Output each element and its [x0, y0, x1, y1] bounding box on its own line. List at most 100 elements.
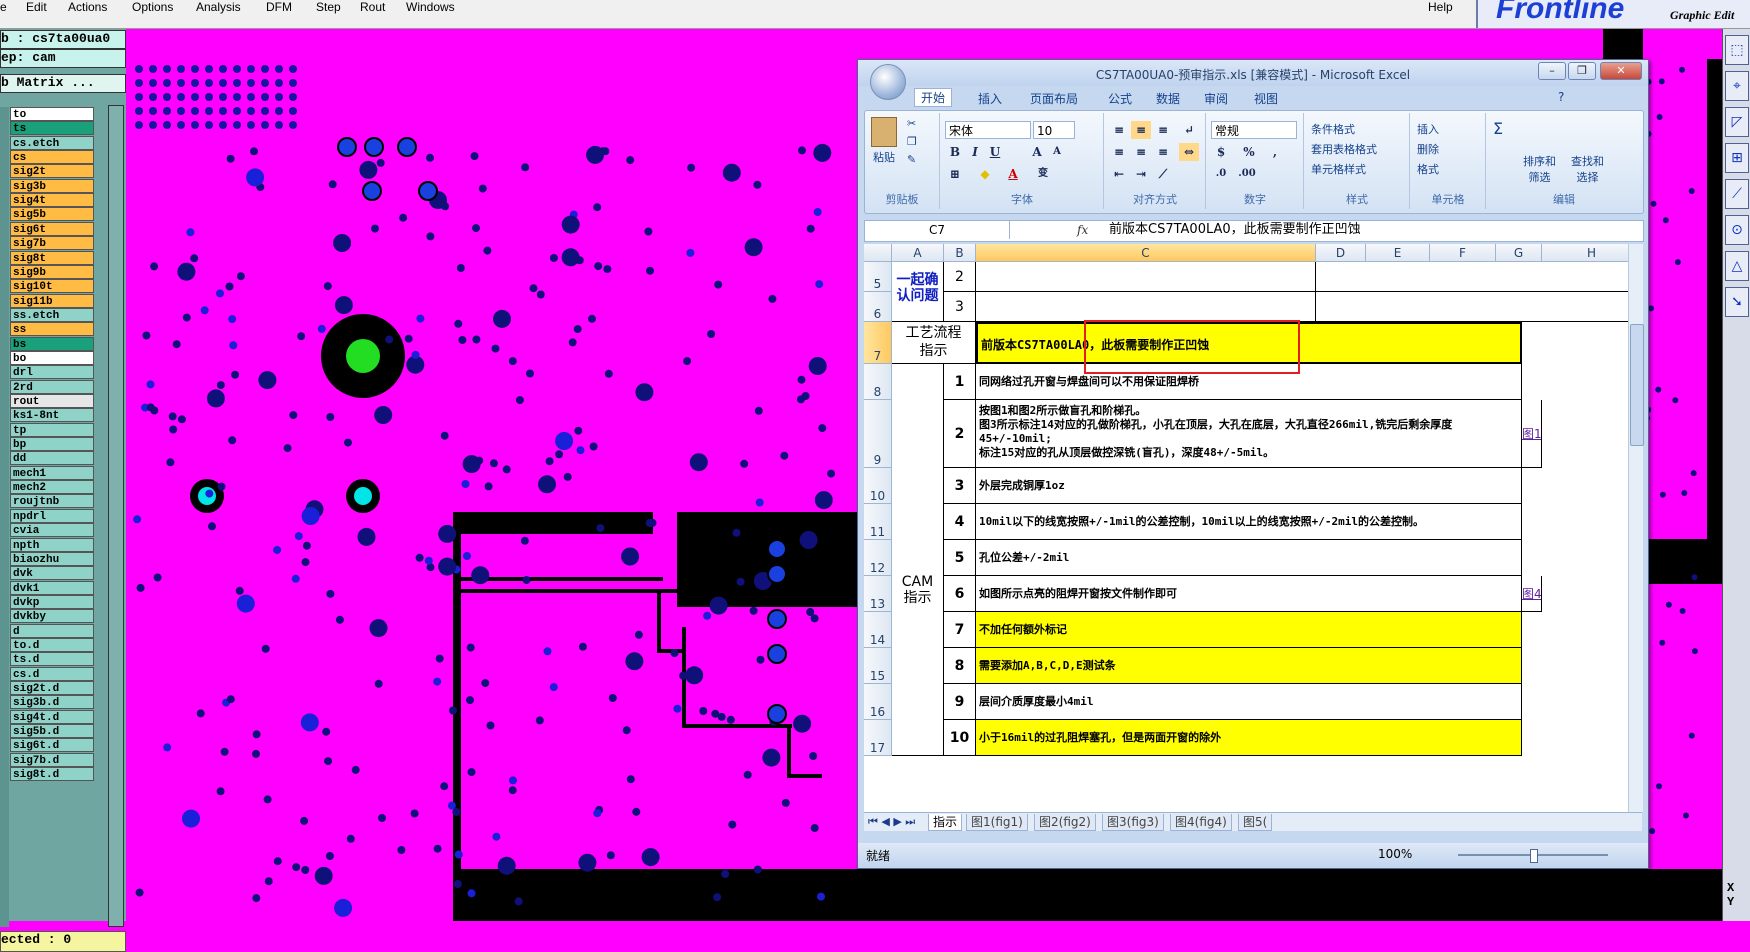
- arrow-icon[interactable]: ➘: [1725, 287, 1749, 317]
- layer-item[interactable]: sig5b.d: [10, 724, 94, 739]
- layer-item[interactable]: tp: [10, 422, 94, 437]
- layer-item[interactable]: sig3b.d: [10, 695, 94, 710]
- align-middle-icon[interactable]: ≡: [1131, 121, 1151, 139]
- tab-home[interactable]: 开始: [914, 88, 953, 107]
- tab-page-layout[interactable]: 页面布局: [1030, 90, 1078, 107]
- formula-input[interactable]: 前版本CS7TA00LA0，此板需要制作正凹蚀: [1109, 221, 1361, 239]
- layer-item[interactable]: sig8t: [10, 250, 94, 265]
- align-top-icon[interactable]: ≡: [1109, 121, 1129, 139]
- column-header[interactable]: G: [1496, 244, 1542, 262]
- name-box[interactable]: C7: [865, 221, 1010, 239]
- arc-icon[interactable]: △: [1725, 251, 1749, 281]
- instruction-cell[interactable]: 需要添加A,B,C,D,E测试条: [976, 648, 1522, 684]
- layer-item[interactable]: cs.d: [10, 666, 94, 681]
- column-header[interactable]: B: [944, 244, 976, 262]
- tab-insert[interactable]: 插入: [978, 90, 1002, 107]
- align-left-icon[interactable]: ≡: [1109, 143, 1129, 161]
- layer-item[interactable]: dvkp: [10, 594, 94, 609]
- row-header[interactable]: 14: [864, 612, 892, 648]
- column-header[interactable]: D: [1316, 244, 1366, 262]
- empty-cell[interactable]: [976, 292, 1316, 322]
- autosum-button[interactable]: Σ: [1493, 119, 1503, 138]
- currency-icon[interactable]: $: [1211, 143, 1231, 161]
- layer-item[interactable]: sig2t.d: [10, 681, 94, 695]
- section-cam-label[interactable]: CAM 指示: [892, 364, 944, 756]
- instruction-cell[interactable]: 不加任何额外标记: [976, 612, 1522, 648]
- underline-button[interactable]: U: [985, 143, 1005, 161]
- menu-help[interactable]: Help: [1428, 0, 1453, 14]
- measure-icon[interactable]: ◸: [1725, 107, 1749, 137]
- layer-item[interactable]: dd: [10, 451, 94, 466]
- menu-options[interactable]: Options: [132, 0, 173, 14]
- percent-button[interactable]: %: [1239, 143, 1259, 161]
- align-bottom-icon[interactable]: ≡: [1153, 121, 1173, 139]
- format-painter-icon[interactable]: ✎: [907, 153, 916, 166]
- instruction-cell[interactable]: 层间介质厚度最小4mil: [976, 684, 1522, 720]
- row-header[interactable]: 9: [864, 400, 892, 468]
- align-right-icon[interactable]: ≡: [1153, 143, 1173, 161]
- item-number[interactable]: 7: [944, 612, 976, 648]
- tab-view[interactable]: 视图: [1254, 90, 1278, 107]
- conditional-format-button[interactable]: 条件格式: [1311, 121, 1355, 137]
- paste-button[interactable]: 粘贴: [873, 149, 895, 165]
- item-number[interactable]: 10: [944, 720, 976, 756]
- row-header[interactable]: 13: [864, 576, 892, 612]
- find-select-button[interactable]: 查找和 选择: [1571, 153, 1604, 185]
- pointer-icon[interactable]: ⬚: [1725, 35, 1749, 65]
- vertical-scrollbar[interactable]: [1628, 244, 1644, 812]
- wrap-text-icon[interactable]: ↵: [1179, 121, 1199, 139]
- grow-font-button[interactable]: A: [1027, 143, 1047, 161]
- sheet-tab[interactable]: 图5(: [1238, 814, 1273, 831]
- select-all-corner[interactable]: [864, 244, 892, 262]
- menu-edit[interactable]: Edit: [26, 0, 47, 14]
- zoom-icon[interactable]: ⌖: [1725, 71, 1749, 101]
- row-header[interactable]: 16: [864, 684, 892, 720]
- item-number[interactable]: 2: [944, 262, 976, 292]
- layer-item[interactable]: biaozhu: [10, 551, 94, 566]
- layer-item[interactable]: bo: [10, 350, 94, 365]
- phonetic-button[interactable]: 变: [1033, 165, 1053, 183]
- merge-icon[interactable]: ⇔: [1179, 143, 1199, 161]
- fill-color-icon[interactable]: ◆: [975, 165, 995, 183]
- increase-decimal-icon[interactable]: .0: [1211, 165, 1231, 183]
- figure-link[interactable]: 图4: [1522, 576, 1542, 612]
- instruction-cell[interactable]: 外层完成铜厚1oz: [976, 468, 1522, 504]
- tab-formulas[interactable]: 公式: [1108, 90, 1132, 107]
- item-number[interactable]: 9: [944, 684, 976, 720]
- sheet-nav-arrows-icon[interactable]: ⏮ ◀ ▶ ⏭: [868, 815, 915, 829]
- layer-item[interactable]: cs: [10, 150, 94, 165]
- layer-item[interactable]: to: [10, 107, 94, 121]
- sort-filter-button[interactable]: 排序和 筛选: [1523, 153, 1556, 185]
- row-header[interactable]: 6: [864, 292, 892, 322]
- maximize-button[interactable]: ❐: [1568, 62, 1596, 80]
- decrease-indent-icon[interactable]: ⇤: [1109, 165, 1129, 183]
- zoom-slider-thumb[interactable]: [1530, 849, 1538, 863]
- menu-dfm[interactable]: DFM: [266, 0, 292, 14]
- orientation-icon[interactable]: ⟋: [1153, 165, 1173, 183]
- matrix-button[interactable]: b Matrix ...: [0, 74, 126, 93]
- item-number[interactable]: 1: [944, 364, 976, 400]
- empty-cell[interactable]: [1316, 292, 1628, 322]
- sheet-tab[interactable]: 图4(fig4): [1170, 814, 1232, 831]
- column-header[interactable]: A: [892, 244, 944, 262]
- empty-cell[interactable]: [976, 262, 1316, 292]
- layer-item[interactable]: dvkby: [10, 609, 94, 624]
- layer-item[interactable]: sig5b: [10, 207, 94, 222]
- row-header[interactable]: 8: [864, 364, 892, 400]
- row-header[interactable]: 15: [864, 648, 892, 684]
- menu-windows[interactable]: Windows: [406, 0, 455, 14]
- column-header[interactable]: C: [976, 244, 1316, 262]
- layer-item[interactable]: sig11b: [10, 293, 94, 308]
- minimize-button[interactable]: –: [1538, 62, 1566, 80]
- layer-item[interactable]: 2rd: [10, 379, 94, 394]
- zoom-slider[interactable]: [1458, 849, 1608, 863]
- item-number[interactable]: 3: [944, 292, 976, 322]
- tab-data[interactable]: 数据: [1156, 90, 1180, 107]
- sheet-tab[interactable]: 图3(fig3): [1102, 814, 1164, 831]
- layer-scrollbar[interactable]: [108, 105, 124, 927]
- layer-item[interactable]: sig8t.d: [10, 767, 94, 782]
- sheet-tab[interactable]: 图2(fig2): [1034, 814, 1096, 831]
- row-header[interactable]: 7: [864, 322, 892, 364]
- column-header[interactable]: F: [1430, 244, 1496, 262]
- item-number[interactable]: 3: [944, 468, 976, 504]
